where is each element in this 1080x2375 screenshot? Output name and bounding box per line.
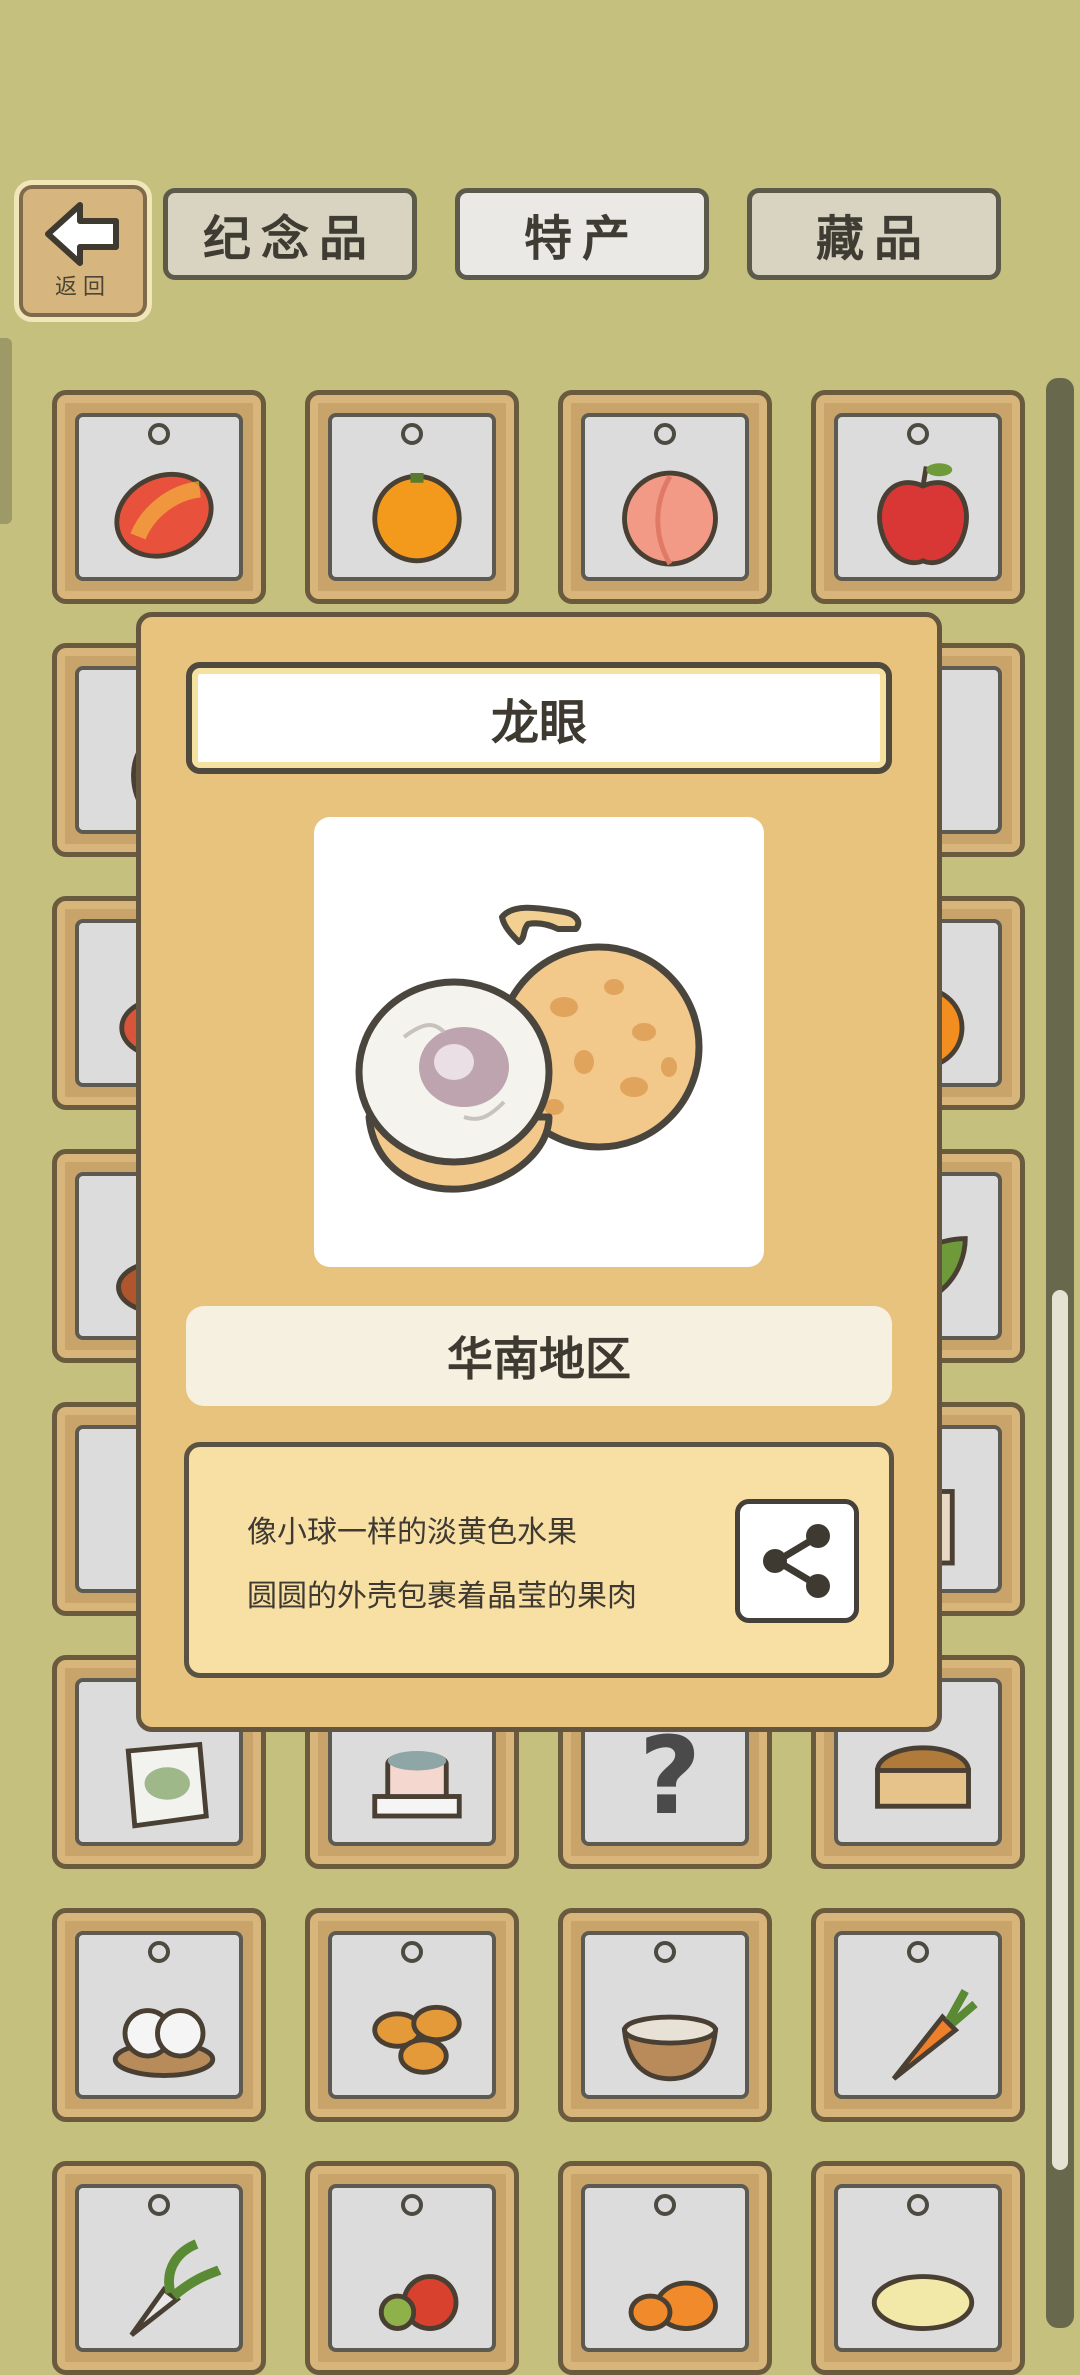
hook-icon bbox=[654, 2194, 676, 2216]
item-card bbox=[75, 2184, 243, 2352]
hook-icon bbox=[148, 2194, 170, 2216]
collection-item[interactable] bbox=[52, 2161, 266, 2375]
hook-icon bbox=[401, 1941, 423, 1963]
svg-text:?: ? bbox=[639, 1714, 701, 1839]
pumpkins-icon bbox=[628, 2280, 718, 2331]
mango-icon bbox=[114, 471, 214, 559]
longan-icon bbox=[355, 904, 703, 1193]
item-card bbox=[581, 413, 749, 581]
hook-icon bbox=[148, 423, 170, 445]
collection-item[interactable] bbox=[305, 1908, 519, 2122]
back-arrow-icon bbox=[45, 202, 119, 266]
collection-item[interactable] bbox=[305, 2161, 519, 2375]
hook-icon bbox=[907, 1941, 929, 1963]
hook-icon bbox=[401, 2194, 423, 2216]
item-card bbox=[834, 413, 1002, 581]
noodles-icon bbox=[871, 2274, 975, 2331]
collection-item[interactable] bbox=[811, 390, 1025, 604]
tab-souvenirs[interactable]: 纪念品 bbox=[163, 188, 417, 280]
collection-item[interactable] bbox=[52, 1908, 266, 2122]
collection-item[interactable] bbox=[811, 2161, 1025, 2375]
collection-item[interactable] bbox=[52, 390, 266, 604]
hook-icon bbox=[907, 2194, 929, 2216]
item-region: 华南地区 bbox=[186, 1306, 892, 1406]
radish-icon bbox=[129, 2239, 222, 2337]
hook-icon bbox=[148, 1941, 170, 1963]
share-icon bbox=[763, 1524, 830, 1598]
collection-item[interactable] bbox=[558, 2161, 772, 2375]
tab-specialties[interactable]: 特产 bbox=[455, 188, 709, 280]
item-card bbox=[328, 413, 496, 581]
item-card bbox=[328, 2184, 496, 2352]
item-card bbox=[75, 1931, 243, 2099]
description-line-2: 圆圆的外壳包裹着晶莹的果肉 bbox=[247, 1579, 637, 1614]
tab-collectibles[interactable]: 藏品 bbox=[747, 188, 1001, 280]
porridge-icon bbox=[621, 2014, 719, 2082]
back-label: 返回 bbox=[54, 275, 111, 300]
item-card bbox=[328, 1931, 496, 2099]
item-card bbox=[834, 2184, 1002, 2352]
collection-item[interactable] bbox=[558, 390, 772, 604]
collection-item[interactable] bbox=[811, 1908, 1025, 2122]
hook-icon bbox=[401, 423, 423, 445]
share-button[interactable] bbox=[735, 1499, 859, 1623]
item-image bbox=[314, 817, 764, 1267]
hook-icon bbox=[907, 423, 929, 445]
scrollbar-thumb[interactable] bbox=[1052, 1290, 1068, 2170]
item-title: 龙眼 bbox=[186, 662, 892, 774]
description-line-1: 像小球一样的淡黄色水果 bbox=[247, 1515, 577, 1550]
carrot-icon bbox=[891, 1989, 978, 2081]
item-card bbox=[75, 413, 243, 581]
back-button[interactable]: 返回 bbox=[14, 180, 152, 322]
hook-icon bbox=[654, 1941, 676, 1963]
egg-tarts-icon bbox=[372, 2004, 462, 2075]
collection-item[interactable] bbox=[305, 390, 519, 604]
side-drawer-handle[interactable] bbox=[0, 338, 12, 524]
item-card bbox=[581, 1931, 749, 2099]
item-description-box: 像小球一样的淡黄色水果 圆圆的外壳包裹着晶莹的果肉 bbox=[184, 1442, 894, 1678]
steamed-dumplings-icon bbox=[112, 2008, 216, 2078]
tomatoes-icon bbox=[378, 2274, 459, 2331]
peach-icon bbox=[622, 470, 718, 567]
hook-icon bbox=[654, 423, 676, 445]
orange-icon bbox=[372, 473, 462, 564]
item-card bbox=[581, 2184, 749, 2352]
apple-icon bbox=[877, 463, 969, 566]
item-card bbox=[834, 1931, 1002, 2099]
collection-item[interactable] bbox=[558, 1908, 772, 2122]
